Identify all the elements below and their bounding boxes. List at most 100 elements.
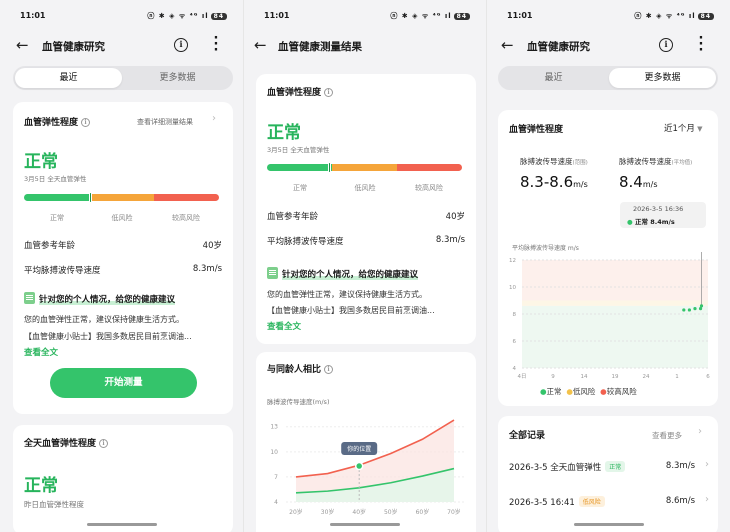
risk-segment-normal — [24, 194, 89, 201]
read-more-link[interactable]: 查看全文 — [267, 320, 301, 332]
chevron-right-icon: › — [705, 459, 709, 470]
record-row[interactable]: 2026-3-5 全天血管弹性 正常 8.3m/s › — [509, 459, 709, 479]
home-indicator[interactable] — [86, 523, 157, 526]
more-vertical-icon[interactable]: · · · — [696, 32, 706, 57]
compare-title-text: 与同龄人相比 — [267, 365, 322, 375]
status-icon-row: ⓝ ✱ ◈ ᯤ ⁴ᴳ ıl — [390, 12, 452, 20]
allday-title-text: 全天血管弹性程度 — [24, 439, 97, 449]
period-value: 近1个月 — [664, 124, 695, 134]
period-select[interactable]: 近1个月 ▼ — [664, 122, 703, 134]
y-tick-label: 7 — [274, 474, 278, 481]
more-vertical-icon[interactable]: · · · — [211, 32, 221, 57]
records-more-link[interactable]: 查看更多 — [652, 430, 682, 441]
allday-title: 全天血管弹性程度 i — [24, 436, 109, 449]
tab-more-data[interactable]: 更多数据 — [124, 68, 231, 88]
legend-low: 低风险 — [572, 387, 596, 396]
chevron-right-icon: › — [705, 494, 709, 505]
page-title: 血管健康研究 — [42, 41, 105, 53]
card-title: 血管弹性程度 — [509, 125, 564, 135]
chevron-right-icon[interactable]: › — [698, 426, 702, 437]
x-tick-label: 6 — [706, 374, 710, 380]
record-value: 8.6m/s — [665, 496, 695, 506]
info-small-icon[interactable]: i — [324, 88, 334, 97]
status-icons: ⓝ ✱ ◈ ᯤ ⁴ᴳ ıl 84 — [147, 11, 227, 21]
records-card: 全部记录 查看更多 › 2026-3-5 全天血管弹性 正常 8.3m/s › 2… — [498, 416, 718, 532]
x-tick-label: 24 — [643, 374, 650, 380]
data-point — [699, 304, 704, 308]
status-time: 11:01 — [264, 11, 290, 20]
row-label-age: 血管参考年龄 — [267, 212, 319, 222]
y-tick-label: 10 — [509, 285, 516, 291]
app-header: ← 血管健康研究 i · · · — [487, 32, 730, 58]
normal-band — [522, 305, 708, 368]
low-risk-band — [522, 300, 708, 306]
data-point — [682, 308, 686, 312]
home-indicator[interactable] — [573, 523, 644, 526]
records-title: 全部记录 — [509, 431, 546, 441]
start-measure-button[interactable]: 开始测量 — [50, 368, 197, 398]
info-icon[interactable]: i — [174, 38, 188, 52]
chevron-right-icon[interactable]: › — [212, 113, 216, 124]
x-tick-label: 30岁 — [321, 508, 335, 516]
x-tick-label: 9 — [551, 374, 555, 380]
record-time: 2026-3-5 全天血管弹性 正常 — [509, 461, 626, 473]
x-tick-label: 20岁 — [289, 508, 303, 516]
tab-more-data[interactable]: 更多数据 — [609, 68, 716, 88]
y-tick-label: 13 — [270, 424, 278, 431]
back-arrow-icon[interactable]: ← — [16, 36, 29, 54]
y-tick-label: 8 — [513, 312, 517, 318]
row-value-pwv: 8.3m/s — [435, 235, 465, 245]
status-icons: ⓝ ✱ ◈ ᯤ ⁴ᴳ ıl 84 — [390, 11, 470, 21]
x-tick-label: 14 — [581, 374, 588, 380]
status-icon-row: ⓝ ✱ ◈ ᯤ ⁴ᴳ ıl — [634, 12, 696, 20]
allday-status: 正常 — [24, 471, 58, 496]
tooltip-value: ● 正常 8.4m/s — [627, 216, 675, 226]
record-row[interactable]: 2026-3-5 16:41 低风险 8.6m/s › — [509, 494, 709, 514]
advice-line-2: 【血管健康小贴士】我国多数居民目前烹调油... — [267, 306, 435, 315]
position-tooltip-text: 你的位置 — [347, 445, 371, 453]
back-arrow-icon[interactable]: ← — [501, 36, 514, 54]
card-title-text: 血管弹性程度 — [24, 118, 79, 128]
tab-recent[interactable]: 最近 — [500, 68, 607, 88]
avg-label: 脉搏波传导速度(平均值) — [619, 156, 692, 167]
row-label-age: 血管参考年龄 — [24, 241, 76, 251]
x-tick-label: 70岁 — [447, 508, 461, 516]
tooltip-dot-icon: ● — [627, 218, 633, 226]
record-tag: 正常 — [605, 461, 626, 472]
page-title: 血管健康测量结果 — [278, 41, 362, 53]
measure-date: 3月5日 全天血管弹性 — [267, 146, 330, 154]
read-more-link[interactable]: 查看全文 — [24, 346, 58, 358]
screen-more-data: 11:01 ⓝ ✱ ◈ ᯤ ⁴ᴳ ıl 84 ← 血管健康研究 i · · · 最近 … — [486, 0, 730, 532]
status-value: 正常 — [267, 123, 301, 143]
tooltip-date: 2026-3-5 16:36 — [633, 205, 684, 213]
avg-label-text: 脉搏波传导速度 — [619, 157, 672, 166]
info-small-icon[interactable]: i — [99, 439, 109, 448]
allday-card: 全天血管弹性程度 i 正常 昨日血管弹性程度 — [13, 425, 233, 532]
tab-recent[interactable]: 最近 — [15, 68, 122, 88]
trend-chart: 4 6 8 10 12 4日 9 14 19 24 1 6 — [509, 252, 710, 380]
x-tick-label: 50岁 — [384, 508, 398, 516]
x-tick-label: 1 — [675, 374, 679, 380]
screen-measure-result: 11:01 ⓝ ✱ ◈ ᯤ ⁴ᴳ ıl 84 ← 血管健康测量结果 血管弹性程度 i… — [243, 0, 486, 532]
status-bar: 11:01 ⓝ ✱ ◈ ᯤ ⁴ᴳ ıl 84 — [244, 8, 486, 24]
battery-icon: 84 — [210, 13, 227, 20]
card-title-text: 血管弹性程度 — [267, 88, 322, 98]
record-time-text: 2026-3-5 16:41 — [509, 498, 575, 508]
segment-tabs: 最近 更多数据 — [13, 66, 233, 90]
trend-ylabel: 平均脉搏波传导速度 m/s — [512, 245, 579, 252]
memo-icon — [24, 292, 35, 304]
risk-bar — [267, 164, 462, 171]
chart-tooltip: 2026-3-5 16:36 ● 正常 8.4m/s — [620, 202, 706, 228]
info-icon[interactable]: i — [659, 38, 673, 52]
info-small-icon[interactable]: i — [324, 365, 334, 374]
risk-segment-low — [89, 194, 154, 201]
avg-unit: m/s — [642, 180, 658, 189]
home-indicator[interactable] — [330, 523, 400, 526]
allday-status-prefix: 正 — [24, 476, 41, 496]
info-small-icon[interactable]: i — [81, 118, 91, 127]
back-arrow-icon[interactable]: ← — [254, 36, 267, 54]
battery-icon: 84 — [697, 13, 714, 20]
detail-link[interactable]: 查看详细测量结果 — [137, 117, 193, 127]
peer-compare-card: 与同龄人相比 i 脉搏波传导速度(m/s) 4 7 10 13 20岁 30岁 40岁 50岁 6… — [256, 352, 476, 532]
range-unit: m/s — [573, 180, 588, 189]
